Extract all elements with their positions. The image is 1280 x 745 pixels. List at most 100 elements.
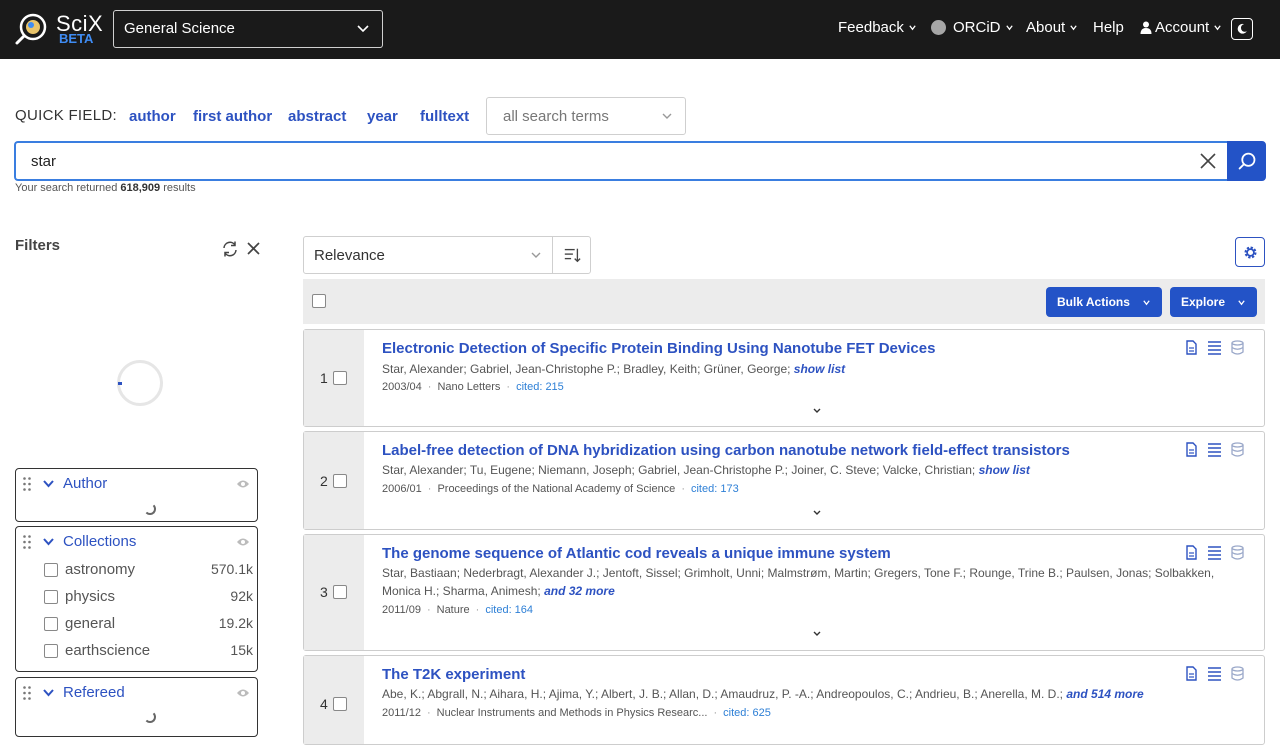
facet-item-astronomy[interactable]: astronomy 570.1k bbox=[16, 557, 257, 584]
drag-handle-icon[interactable] bbox=[22, 534, 32, 550]
expand-chevron-icon[interactable] bbox=[812, 630, 822, 638]
expand-chevron-icon[interactable] bbox=[812, 407, 822, 415]
database-icon[interactable] bbox=[1230, 666, 1245, 681]
nav-feedback-label: Feedback bbox=[838, 19, 904, 36]
chevron-down-icon[interactable] bbox=[42, 686, 55, 699]
facet-checkbox[interactable] bbox=[44, 644, 58, 658]
sort-descending-icon bbox=[564, 248, 581, 263]
and-more-link[interactable]: and 32 more bbox=[544, 584, 615, 598]
expand-chevron-icon[interactable] bbox=[812, 509, 822, 517]
result-number: 4 bbox=[320, 696, 328, 712]
eye-icon[interactable] bbox=[236, 536, 250, 548]
loading-spinner bbox=[117, 360, 163, 406]
facet-checkbox[interactable] bbox=[44, 617, 58, 631]
gear-icon bbox=[1244, 246, 1257, 259]
facet-collections-header[interactable]: Collections bbox=[16, 527, 257, 557]
facet-author-header[interactable]: Author bbox=[16, 469, 257, 499]
nav-help-label: Help bbox=[1093, 19, 1124, 36]
moon-icon bbox=[1237, 23, 1247, 34]
facet-collections-title: Collections bbox=[63, 533, 137, 550]
nav-account[interactable]: Account bbox=[1140, 19, 1222, 36]
result-authors-text: Star, Alexander; Gabriel, Jean-Christoph… bbox=[382, 362, 791, 376]
close-icon[interactable] bbox=[245, 240, 262, 257]
sort-select[interactable]: Relevance bbox=[303, 236, 553, 274]
list-icon[interactable] bbox=[1207, 340, 1222, 355]
and-more-link[interactable]: and 514 more bbox=[1066, 687, 1143, 701]
result-meta: 2006/01 · Proceedings of the National Acad… bbox=[382, 483, 739, 495]
facet-item-label: astronomy bbox=[65, 561, 136, 578]
facet-item-earthscience[interactable]: earthscience 15k bbox=[16, 638, 257, 665]
list-icon[interactable] bbox=[1207, 545, 1222, 560]
drag-handle-icon[interactable] bbox=[22, 685, 32, 701]
quick-field-year[interactable]: year bbox=[367, 108, 398, 125]
list-icon[interactable] bbox=[1207, 442, 1222, 457]
result-authors-text: Star, Bastiaan; Nederbragt, Alexander J.… bbox=[382, 566, 1215, 598]
chevron-down-icon bbox=[1143, 299, 1150, 305]
quick-field-author[interactable]: author bbox=[129, 108, 176, 125]
result-checkbox[interactable] bbox=[333, 474, 347, 488]
list-icon[interactable] bbox=[1207, 666, 1222, 681]
eye-icon[interactable] bbox=[236, 478, 250, 490]
result-checkbox[interactable] bbox=[333, 697, 347, 711]
result-item: 1 Electronic Detection of Specific Prote… bbox=[303, 329, 1265, 427]
document-icon[interactable] bbox=[1184, 545, 1199, 560]
results-toolbar: Bulk Actions Explore bbox=[303, 279, 1265, 324]
result-authors: Star, Alexander; Gabriel, Jean-Christoph… bbox=[382, 360, 1242, 378]
nav-help[interactable]: Help bbox=[1093, 19, 1124, 36]
result-checkbox[interactable] bbox=[333, 585, 347, 599]
facet-item-general[interactable]: general 19.2k bbox=[16, 611, 257, 638]
show-list-link[interactable]: show list bbox=[794, 362, 845, 376]
database-icon[interactable] bbox=[1230, 545, 1245, 560]
result-title-link[interactable]: Label-free detection of DNA hybridizatio… bbox=[382, 442, 1070, 459]
chevron-down-icon[interactable] bbox=[42, 535, 55, 548]
dark-mode-toggle[interactable] bbox=[1231, 18, 1253, 40]
settings-button[interactable] bbox=[1235, 237, 1265, 267]
scix-logo-icon[interactable] bbox=[14, 11, 50, 47]
quick-field-first-author[interactable]: first author bbox=[193, 108, 272, 125]
explore-button[interactable]: Explore bbox=[1170, 287, 1258, 317]
nav-orcid[interactable]: ORCiD bbox=[931, 19, 1014, 36]
facet-refereed-title: Refereed bbox=[63, 684, 125, 701]
document-icon[interactable] bbox=[1184, 442, 1199, 457]
show-list-link[interactable]: show list bbox=[979, 463, 1030, 477]
result-cited-link[interactable]: cited: 164 bbox=[485, 604, 533, 616]
facet-checkbox[interactable] bbox=[44, 563, 58, 577]
database-icon[interactable] bbox=[1230, 442, 1245, 457]
chevron-down-icon[interactable] bbox=[42, 477, 55, 490]
result-cited-link[interactable]: cited: 625 bbox=[723, 707, 771, 719]
nav-feedback[interactable]: Feedback bbox=[838, 19, 917, 36]
search-button[interactable] bbox=[1227, 141, 1266, 181]
result-cited-link[interactable]: cited: 173 bbox=[691, 483, 739, 495]
result-item: 2 Label-free detection of DNA hybridizat… bbox=[303, 431, 1265, 530]
results-suffix: results bbox=[163, 182, 196, 194]
bulk-actions-button[interactable]: Bulk Actions bbox=[1046, 287, 1162, 317]
result-checkbox[interactable] bbox=[333, 371, 347, 385]
result-index-panel: 1 bbox=[304, 330, 364, 426]
search-terms-select[interactable]: all search terms bbox=[486, 97, 686, 135]
quick-field-abstract[interactable]: abstract bbox=[288, 108, 346, 125]
discipline-select[interactable]: General Science bbox=[113, 10, 383, 48]
drag-handle-icon[interactable] bbox=[22, 476, 32, 492]
document-icon[interactable] bbox=[1184, 666, 1199, 681]
select-all-checkbox[interactable] bbox=[312, 294, 326, 308]
result-number: 3 bbox=[320, 584, 328, 600]
facet-checkbox[interactable] bbox=[44, 590, 58, 604]
facet-item-physics[interactable]: physics 92k bbox=[16, 584, 257, 611]
clear-search-icon[interactable] bbox=[1198, 151, 1218, 171]
document-icon[interactable] bbox=[1184, 340, 1199, 355]
result-title-link[interactable]: Electronic Detection of Specific Protein… bbox=[382, 340, 935, 357]
result-cited-link[interactable]: cited: 215 bbox=[516, 381, 564, 393]
refresh-icon[interactable] bbox=[221, 240, 239, 258]
result-title-link[interactable]: The genome sequence of Atlantic cod reve… bbox=[382, 545, 891, 562]
facet-refereed: Refereed bbox=[15, 677, 258, 737]
chevron-down-icon bbox=[1238, 299, 1245, 305]
sort-direction-button[interactable] bbox=[552, 236, 591, 274]
facet-refereed-header[interactable]: Refereed bbox=[16, 678, 257, 708]
nav-about[interactable]: About bbox=[1026, 19, 1078, 36]
result-authors-text: Abe, K.; Abgrall, N.; Aihara, H.; Ajima,… bbox=[382, 687, 1064, 701]
eye-icon[interactable] bbox=[236, 687, 250, 699]
database-icon[interactable] bbox=[1230, 340, 1245, 355]
quick-field-fulltext[interactable]: fulltext bbox=[420, 108, 469, 125]
search-input[interactable]: star bbox=[14, 141, 1227, 181]
result-title-link[interactable]: The T2K experiment bbox=[382, 666, 525, 683]
